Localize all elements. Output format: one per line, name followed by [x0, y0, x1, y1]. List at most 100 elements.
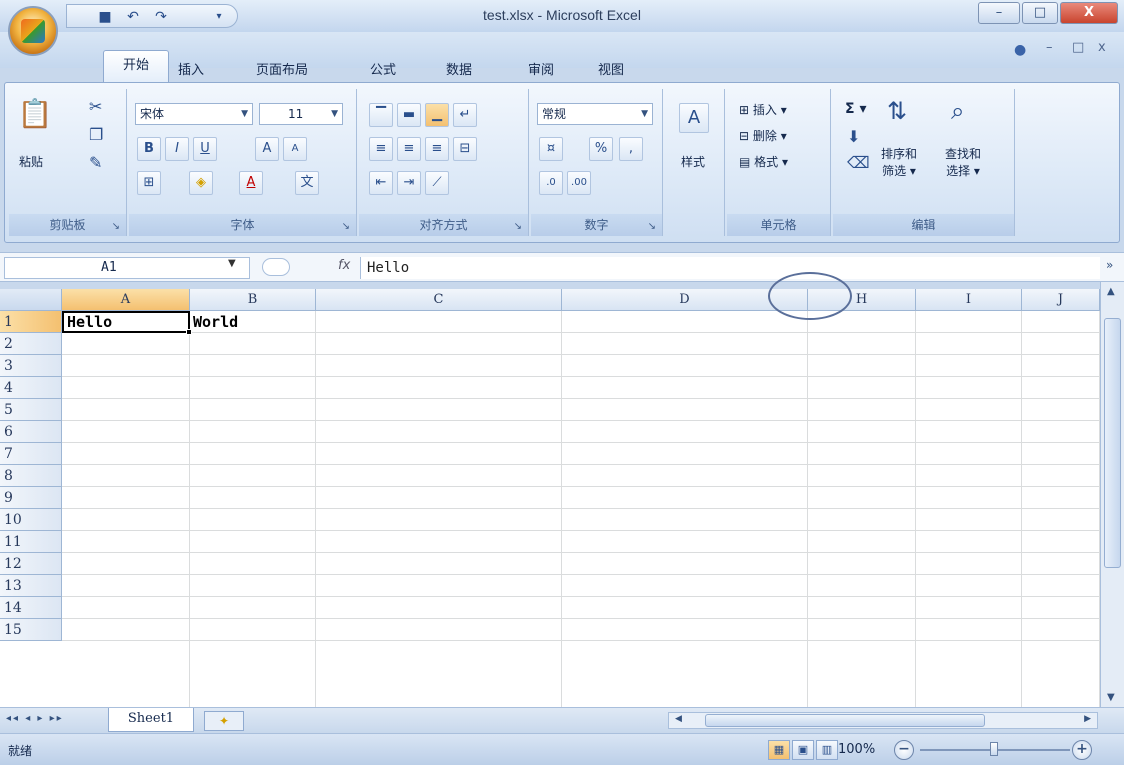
name-box[interactable]: A1	[4, 257, 250, 279]
sort-filter-button[interactable]: 排序和 筛选 ▾	[881, 145, 917, 179]
copy-icon[interactable]: ❐	[89, 125, 103, 144]
scroll-down-icon[interactable]: ▼	[1107, 692, 1115, 703]
paste-icon[interactable]: 📋	[17, 97, 53, 137]
percent-button[interactable]: %	[589, 137, 613, 161]
horizontal-scrollbar[interactable]: ◀ ▶	[668, 712, 1098, 729]
cut-icon[interactable]: ✂	[89, 97, 102, 116]
underline-button[interactable]: U	[193, 137, 217, 161]
cell-a1[interactable]: Hello	[62, 311, 190, 333]
ribbon-minimize-icon[interactable]: –	[1046, 40, 1053, 55]
align-center-icon[interactable]: ≡	[397, 137, 421, 161]
clipboard-launcher-icon[interactable]: ↘	[112, 221, 120, 232]
delete-cells-button[interactable]: ⊟ 删除 ▾	[739, 127, 787, 144]
name-box-dropdown-icon[interactable]: ▼	[228, 258, 236, 269]
tab-home[interactable]: 开始	[103, 50, 169, 82]
tab-data[interactable]: 数据	[446, 60, 472, 82]
row-header-15[interactable]: 15	[0, 619, 62, 641]
font-name-combo[interactable]: 宋体 ▼	[135, 103, 253, 125]
row-header-5[interactable]: 5	[0, 399, 62, 421]
vertical-scrollbar[interactable]: ▲ ▼	[1100, 282, 1124, 707]
row-header-8[interactable]: 8	[0, 465, 62, 487]
merge-center-icon[interactable]: ⊟	[453, 137, 477, 161]
autosum-button[interactable]: Σ ▾	[845, 101, 866, 117]
expand-formula-icon[interactable]	[262, 258, 290, 276]
minimize-button[interactable]: –	[978, 2, 1020, 24]
tab-view[interactable]: 视图	[598, 60, 624, 82]
font-color-icon[interactable]: A	[239, 171, 263, 195]
tab-formulas[interactable]: 公式	[370, 60, 396, 82]
clear-icon[interactable]: ⌫	[847, 153, 870, 172]
zoom-in-button[interactable]: +	[1072, 740, 1092, 760]
maximize-button[interactable]: □	[1022, 2, 1058, 24]
row-header-6[interactable]: 6	[0, 421, 62, 443]
number-format-combo[interactable]: 常规 ▼	[537, 103, 653, 125]
decrease-indent-icon[interactable]: ⇤	[369, 171, 393, 195]
tab-review[interactable]: 审阅	[528, 60, 554, 82]
grow-font-button[interactable]: A	[255, 137, 279, 161]
column-header-j[interactable]: J	[1022, 289, 1100, 311]
column-header-c[interactable]: C	[316, 289, 562, 311]
row-header-9[interactable]: 9	[0, 487, 62, 509]
tab-insert[interactable]: 插入	[178, 60, 204, 82]
sheet-nav-icon[interactable]: ◂◂ ◂ ▸ ▸▸	[6, 713, 64, 724]
find-select-button[interactable]: 查找和 选择 ▾	[945, 145, 981, 179]
formula-input[interactable]: Hello	[360, 257, 1100, 279]
row-header-7[interactable]: 7	[0, 443, 62, 465]
close-button[interactable]: X	[1060, 2, 1118, 24]
sheet-tab-sheet1[interactable]: Sheet1	[108, 708, 194, 732]
scroll-up-icon[interactable]: ▲	[1107, 286, 1115, 297]
vertical-scroll-thumb[interactable]	[1104, 318, 1121, 568]
row-header-4[interactable]: 4	[0, 377, 62, 399]
styles-icon[interactable]: A	[679, 103, 709, 133]
align-middle-icon[interactable]: ▬	[397, 103, 421, 127]
row-header-13[interactable]: 13	[0, 575, 62, 597]
format-painter-icon[interactable]: ✎	[89, 153, 102, 172]
zoom-slider-thumb[interactable]	[990, 742, 998, 756]
column-header-b[interactable]: B	[190, 289, 316, 311]
row-header-2[interactable]: 2	[0, 333, 62, 355]
cell-b1[interactable]: World	[190, 311, 316, 333]
normal-view-icon[interactable]: ▦	[768, 740, 790, 760]
insert-function-icon[interactable]: fx	[338, 258, 350, 273]
insert-cells-button[interactable]: ⊞ 插入 ▾	[739, 101, 787, 118]
row-header-10[interactable]: 10	[0, 509, 62, 531]
zoom-out-button[interactable]: −	[894, 740, 914, 760]
number-launcher-icon[interactable]: ↘	[648, 221, 656, 232]
row-header-12[interactable]: 12	[0, 553, 62, 575]
phonetic-icon[interactable]: 文	[295, 171, 319, 195]
sort-filter-icon[interactable]: ⇅	[887, 97, 907, 125]
paste-label[interactable]: 粘贴	[19, 153, 43, 170]
worksheet-grid[interactable]: A B C D H I J 1 2 3 4 5 6 7 8 9 10 11 12 13 14 15 Hello World	[0, 289, 1100, 707]
wrap-text-icon[interactable]: ↵	[453, 103, 477, 127]
scroll-right-icon[interactable]: ▶	[1084, 714, 1091, 724]
font-size-combo[interactable]: 11 ▼	[259, 103, 343, 125]
align-right-icon[interactable]: ≡	[425, 137, 449, 161]
align-left-icon[interactable]: ≡	[369, 137, 393, 161]
increase-indent-icon[interactable]: ⇥	[397, 171, 421, 195]
fill-color-icon[interactable]: ◈	[189, 171, 213, 195]
row-header-1[interactable]: 1	[0, 311, 62, 333]
select-all-corner[interactable]	[0, 289, 62, 311]
increase-decimal-icon[interactable]: .0	[539, 171, 563, 195]
ribbon-restore-icon[interactable]: □	[1072, 40, 1084, 55]
office-button[interactable]	[8, 6, 58, 56]
borders-icon[interactable]: ⊞	[137, 171, 161, 195]
comma-button[interactable]: ,	[619, 137, 643, 161]
page-layout-view-icon[interactable]: ▣	[792, 740, 814, 760]
expand-formula-bar-icon[interactable]: »	[1106, 258, 1113, 272]
orientation-icon[interactable]: ⟋	[425, 171, 449, 195]
column-header-a[interactable]: A	[62, 289, 190, 311]
fill-icon[interactable]: ⬇	[847, 127, 860, 146]
fill-handle[interactable]	[186, 329, 192, 335]
find-select-icon[interactable]: ⌕	[951, 97, 964, 125]
zoom-level[interactable]: 100%	[838, 742, 875, 757]
page-break-view-icon[interactable]: ▥	[816, 740, 838, 760]
row-header-11[interactable]: 11	[0, 531, 62, 553]
bold-button[interactable]: B	[137, 137, 161, 161]
tab-page-layout[interactable]: 页面布局	[256, 60, 308, 82]
scroll-left-icon[interactable]: ◀	[675, 714, 682, 724]
align-bottom-icon[interactable]: ▁	[425, 103, 449, 127]
shrink-font-button[interactable]: A	[283, 137, 307, 161]
column-header-i[interactable]: I	[916, 289, 1022, 311]
insert-sheet-icon[interactable]: ✦	[204, 711, 244, 731]
